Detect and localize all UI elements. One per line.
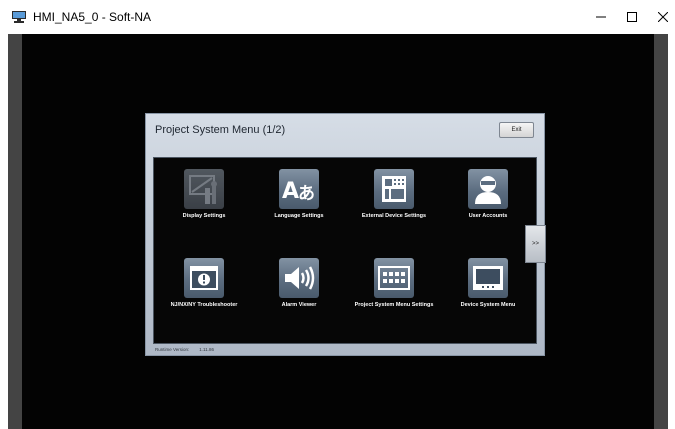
runtime-version-label: Runtime Version: — [155, 347, 190, 352]
menu-grid: Display Settings A あ Language Settings E… — [153, 157, 537, 344]
device-monitor-icon — [468, 258, 508, 298]
external-device-icon — [374, 169, 414, 209]
tile-user-accounts[interactable]: User Accounts — [444, 169, 532, 249]
next-page-button[interactable]: >> — [525, 225, 546, 263]
svg-text:A: A — [282, 179, 299, 204]
app-monitor-icon — [12, 11, 26, 23]
language-icon: A あ — [279, 169, 319, 209]
tile-project-system-menu-settings[interactable]: Project System Menu Settings — [350, 258, 438, 338]
window-title: HMI_NA5_0 - Soft-NA — [33, 10, 152, 24]
runtime-version-value: 1.11.86 — [199, 347, 214, 352]
tile-label: Alarm Viewer — [281, 302, 317, 308]
exit-button[interactable]: Exit — [499, 122, 534, 138]
maximize-button[interactable] — [617, 6, 647, 28]
frame-border-left — [8, 34, 22, 429]
close-button[interactable] — [648, 6, 675, 28]
frame-border-right — [654, 34, 668, 429]
tile-display-settings[interactable]: Display Settings — [160, 169, 248, 249]
tile-troubleshooter[interactable]: NJ/NX/NY Troubleshooter — [160, 258, 248, 338]
tile-label: Language Settings — [274, 213, 324, 219]
minimize-button[interactable] — [586, 6, 616, 28]
troubleshooter-icon — [184, 258, 224, 298]
tile-label: NJ/NX/NY Troubleshooter — [170, 302, 238, 308]
speaker-icon — [279, 258, 319, 298]
menu-title: Project System Menu (1/2) — [155, 124, 286, 136]
tile-label: Project System Menu Settings — [354, 302, 434, 308]
tile-label: User Accounts — [468, 213, 508, 219]
tile-label: Display Settings — [182, 213, 226, 219]
tile-label: External Device Settings — [361, 213, 427, 219]
tile-device-system-menu[interactable]: Device System Menu — [444, 258, 532, 338]
tile-label: Device System Menu — [460, 302, 516, 308]
svg-text:あ: あ — [298, 184, 315, 204]
tile-language-settings[interactable]: A あ Language Settings — [255, 169, 343, 249]
tile-external-device-settings[interactable]: External Device Settings — [350, 169, 438, 249]
display-settings-icon — [184, 169, 224, 209]
keypad-icon — [374, 258, 414, 298]
close-icon — [658, 12, 668, 22]
runtime-version: Runtime Version: 1.11.86 — [155, 347, 214, 352]
tile-alarm-viewer[interactable]: Alarm Viewer — [255, 258, 343, 338]
maximize-icon — [627, 12, 637, 22]
user-icon — [468, 169, 508, 209]
minimize-icon — [596, 16, 606, 18]
project-system-menu-panel: Project System Menu (1/2) Exit Display S… — [145, 113, 545, 356]
window-titlebar: HMI_NA5_0 - Soft-NA — [0, 0, 675, 34]
